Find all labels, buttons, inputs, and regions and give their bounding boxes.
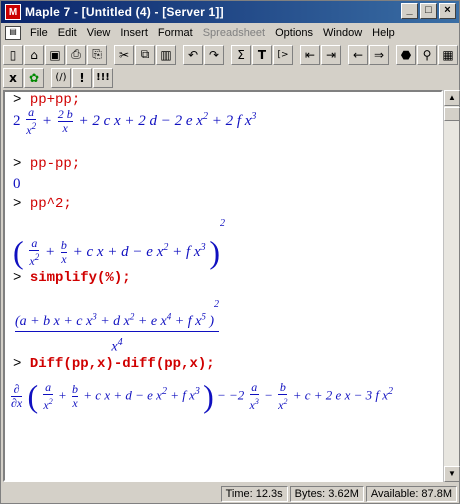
scroll-down-icon[interactable]: ▼	[444, 466, 460, 482]
prompt-icon: >	[13, 156, 30, 172]
main-toolbar: ▯ ⌂ ▣ ⎙ ⎘ ✂ ⧉ ▥ ↶ ↷ Σ T [> ⇤ ⇥ ← ⇒ ⬣ ⚲ ▦	[3, 42, 459, 67]
zoom-icon[interactable]: ⚲	[417, 44, 437, 65]
maple-window: M Maple 7 - [Untitled (4) - [Server 1]] …	[0, 0, 460, 504]
text-input-button[interactable]: T	[252, 44, 272, 65]
print-icon[interactable]: ⎙	[66, 44, 86, 65]
new-icon[interactable]: ▯	[3, 44, 23, 65]
forward-arrow-icon[interactable]: ⇒	[369, 44, 389, 65]
window-title: Maple 7 - [Untitled (4) - [Server 1]]	[25, 5, 224, 19]
menu-spreadsheet[interactable]: Spreadsheet	[198, 27, 270, 39]
menu-format[interactable]: Format	[153, 27, 198, 39]
prompt-icon: >	[13, 196, 30, 212]
status-bytes: Bytes: 3.62M	[289, 485, 364, 502]
prompt-icon: >	[13, 356, 30, 372]
input-line-2[interactable]: > pp-pp;	[13, 156, 80, 172]
output-3: ( a x2 + b x + c x + d − e x2 + f x3 )2	[13, 218, 225, 271]
input-line-5[interactable]: > Diff(pp,x)-diff(pp,x);	[13, 356, 215, 372]
window-controls: _ □ ×	[401, 3, 456, 19]
prompt-icon: >	[13, 270, 30, 286]
output-5: ∂ ∂x ( a x2 + b x + c x + d − e x2 + f x…	[11, 378, 393, 414]
cut-icon[interactable]: ✂	[114, 44, 134, 65]
input-line-3[interactable]: > pp^2;	[13, 196, 72, 212]
status-bar: Time: 12.3s Bytes: 3.62M Available: 87.8…	[1, 484, 459, 503]
scroll-thumb[interactable]	[444, 107, 460, 121]
output-1: 2 a x2 + 2 b x + 2 c x + 2 d − 2 e x2 + …	[13, 105, 257, 137]
output-4: (a + b x + c x3 + d x2 + e x4 + f x5 )2 …	[15, 299, 219, 355]
indent-right-icon[interactable]: ⇥	[321, 44, 341, 65]
maple-icon[interactable]: M	[5, 4, 21, 20]
debug-icon[interactable]: ✿	[24, 67, 44, 88]
menu-view[interactable]: View	[82, 27, 116, 39]
expression-icon[interactable]: (/)	[51, 67, 71, 88]
title-bar[interactable]: M Maple 7 - [Untitled (4) - [Server 1]] …	[1, 1, 459, 23]
insert-prompt-button[interactable]: [>	[273, 44, 293, 65]
worksheet[interactable]: > pp+pp; 2 a x2 + 2 b x + 2 c x + 2 d − …	[3, 90, 443, 482]
maximize-button[interactable]: □	[420, 3, 437, 19]
back-arrow-icon[interactable]: ←	[348, 44, 368, 65]
redo-icon[interactable]: ↷	[204, 44, 224, 65]
menu-insert[interactable]: Insert	[115, 27, 153, 39]
context-toolbar: x ✿ (/) ! !!!	[3, 65, 114, 90]
print-preview-icon[interactable]: ⎘	[87, 44, 107, 65]
command-text[interactable]: pp-pp;	[30, 156, 80, 172]
open-icon[interactable]: ⌂	[24, 44, 44, 65]
status-available: Available: 87.8M	[365, 485, 457, 502]
execute-all-icon[interactable]: !!!	[93, 67, 113, 88]
menu-options[interactable]: Options	[270, 27, 318, 39]
close-button[interactable]: ×	[439, 3, 456, 19]
execute-icon[interactable]: x	[3, 67, 23, 88]
scroll-up-icon[interactable]: ▲	[444, 90, 460, 106]
undo-icon[interactable]: ↶	[183, 44, 203, 65]
paste-icon[interactable]: ▥	[156, 44, 176, 65]
menu-help[interactable]: Help	[367, 27, 400, 39]
copy-icon[interactable]: ⧉	[135, 44, 155, 65]
command-text[interactable]: pp^2;	[30, 196, 72, 212]
output-2: 0	[13, 176, 21, 192]
input-line-4[interactable]: > simplify(%);	[13, 270, 131, 286]
math-input-button[interactable]: Σ	[231, 44, 251, 65]
command-text[interactable]: simplify(%);	[30, 270, 131, 286]
stop-icon[interactable]: ⬣	[396, 44, 416, 65]
status-time: Time: 12.3s	[220, 485, 288, 502]
execute-group-icon[interactable]: !	[72, 67, 92, 88]
indent-left-icon[interactable]: ⇤	[300, 44, 320, 65]
menu-window[interactable]: Window	[318, 27, 367, 39]
minimize-button[interactable]: _	[401, 3, 418, 19]
restart-icon[interactable]: ▦	[438, 44, 458, 65]
vertical-scrollbar[interactable]: ▲ ▼	[443, 90, 460, 482]
document-icon[interactable]: ▤	[5, 25, 21, 40]
menu-edit[interactable]: Edit	[53, 27, 82, 39]
save-icon[interactable]: ▣	[45, 44, 65, 65]
command-text[interactable]: Diff(pp,x)-diff(pp,x);	[30, 356, 215, 372]
menu-file[interactable]: File	[25, 27, 53, 39]
menu-bar: ▤ File Edit View Insert Format Spreadshe…	[1, 23, 459, 42]
